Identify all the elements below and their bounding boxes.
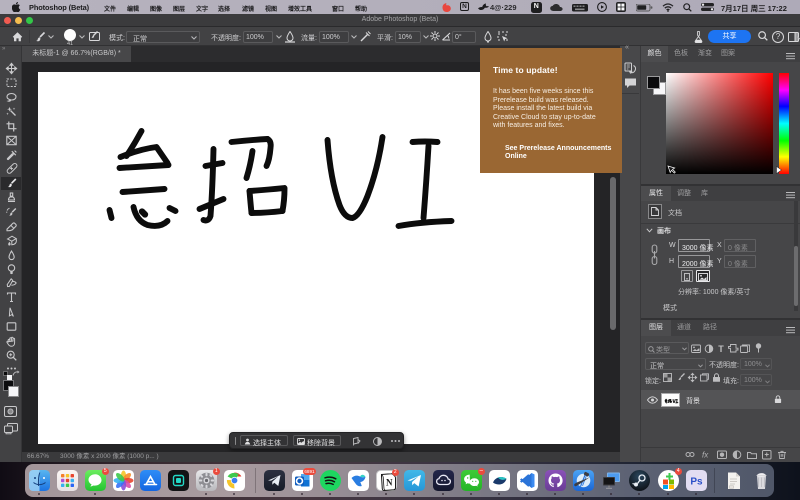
svg-text:N: N <box>386 478 393 488</box>
svg-text:Ps: Ps <box>690 477 703 488</box>
svg-text:T: T <box>718 344 724 354</box>
svg-text:fx: fx <box>702 451 709 460</box>
